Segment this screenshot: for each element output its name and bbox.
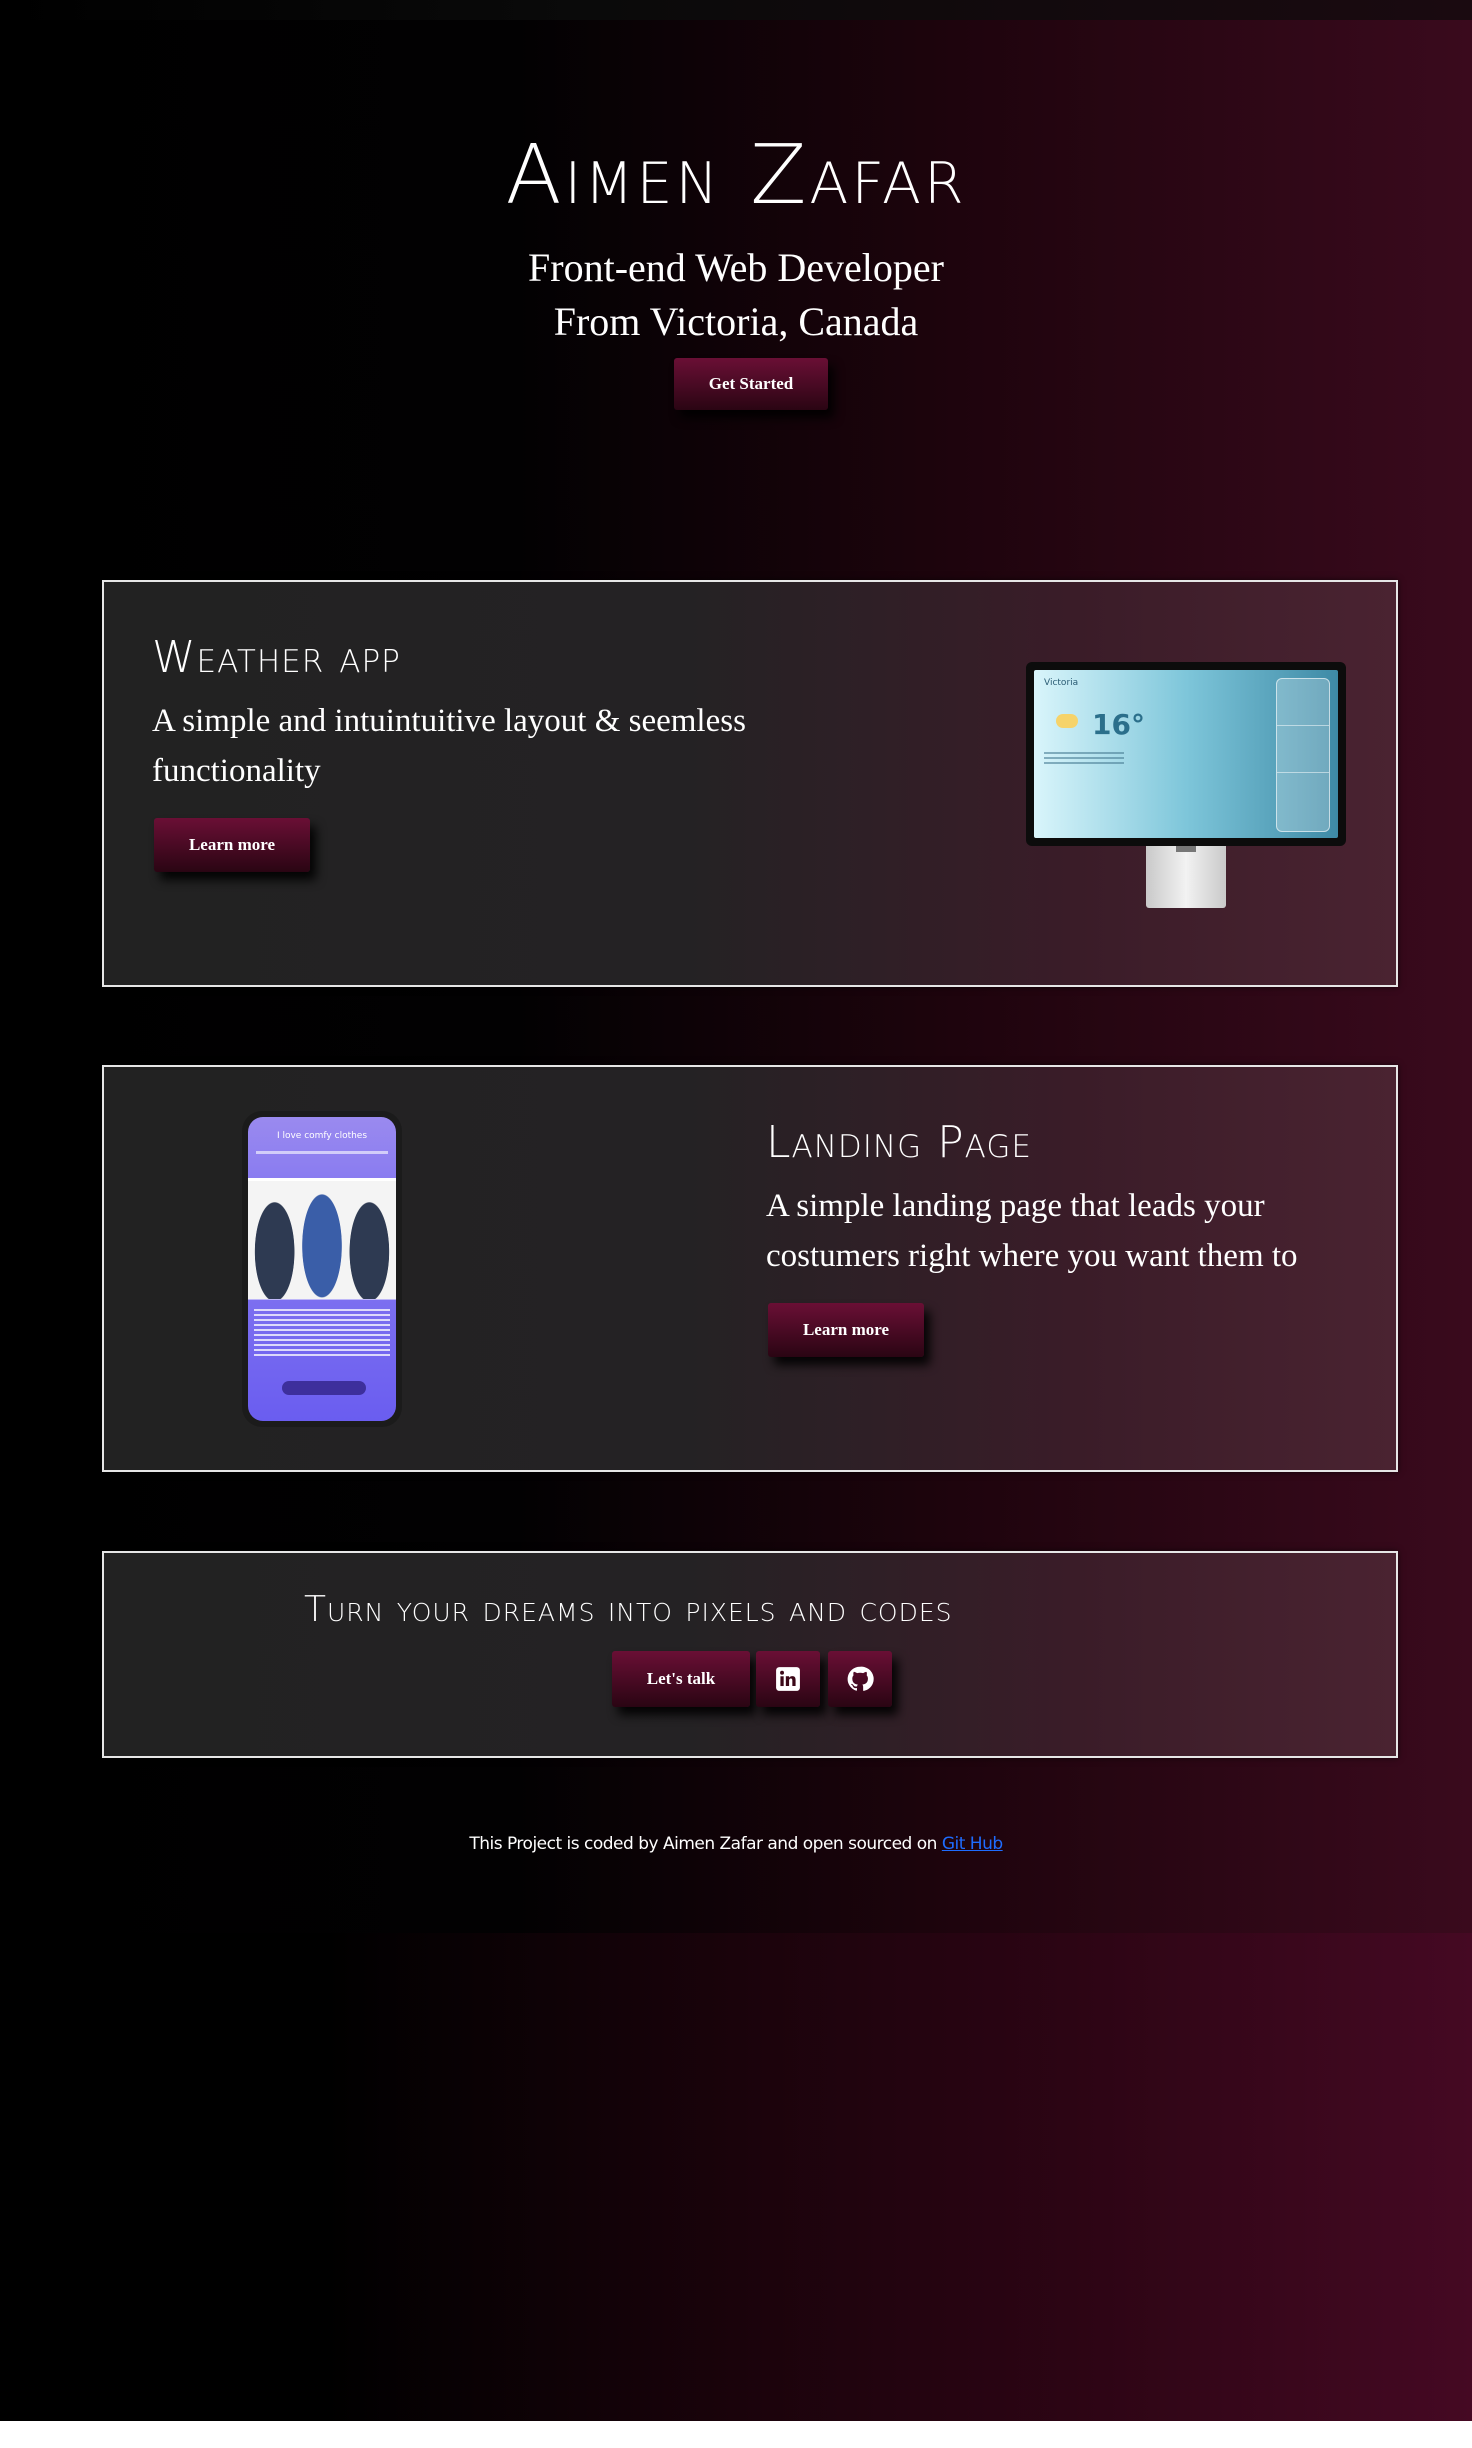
learn-more-button[interactable]: Learn more bbox=[154, 818, 310, 872]
shop-now-button-preview bbox=[282, 1381, 366, 1395]
weather-details bbox=[1044, 752, 1124, 766]
landing-subtext bbox=[256, 1151, 388, 1154]
monitor-stand bbox=[1146, 846, 1226, 908]
hero-location: From Victoria, Canada bbox=[553, 299, 919, 344]
bottom-strip bbox=[0, 2421, 1472, 2448]
phone-screen: I love comfy clothes bbox=[248, 1117, 396, 1421]
weather-app-preview[interactable]: Victoria 16° bbox=[1026, 662, 1346, 912]
cloud-sun-icon bbox=[1056, 714, 1078, 728]
landing-page-preview[interactable]: I love comfy clothes bbox=[242, 1111, 402, 1427]
get-started-button[interactable]: Get Started bbox=[674, 358, 828, 410]
footer: This Project is coded by Aimen Zafar and… bbox=[0, 1834, 1472, 1854]
project-description: A simple and intuintuitive layout & seem… bbox=[152, 703, 746, 789]
project-card-landing: I love comfy clothes Landing Page A simp… bbox=[102, 1065, 1398, 1472]
project-title: Landing Page bbox=[766, 1117, 1032, 1168]
lets-talk-button[interactable]: Let's talk bbox=[612, 1651, 750, 1707]
weather-app-screenshot: Victoria 16° bbox=[1034, 670, 1338, 838]
project-title: Weather app bbox=[152, 632, 401, 683]
github-link[interactable]: Git Hub bbox=[942, 1834, 1003, 1854]
project-card-weather: Weather app A simple and intuintuitive l… bbox=[102, 580, 1398, 987]
footer-text: This Project is coded by Aimen Zafar and… bbox=[469, 1834, 937, 1854]
linkedin-button[interactable] bbox=[756, 1651, 820, 1707]
weather-temperature: 16° bbox=[1092, 708, 1145, 741]
hero-name: Aimen Zafar bbox=[505, 128, 967, 223]
weather-city: Victoria bbox=[1044, 678, 1079, 688]
product-photos bbox=[248, 1181, 396, 1299]
project-description: A simple landing page that leads your co… bbox=[766, 1188, 1298, 1274]
github-button[interactable] bbox=[828, 1651, 892, 1707]
monitor-screen: Victoria 16° bbox=[1026, 662, 1346, 846]
github-icon bbox=[847, 1666, 874, 1691]
landing-paragraph bbox=[254, 1309, 390, 1357]
weather-forecast-panel bbox=[1276, 678, 1330, 832]
learn-more-button[interactable]: Learn more bbox=[768, 1303, 924, 1357]
top-strip bbox=[0, 0, 1472, 20]
linkedin-icon bbox=[776, 1667, 800, 1691]
contact-card: Turn your dreams into pixels and codes L… bbox=[102, 1551, 1398, 1758]
landing-headline: I love comfy clothes bbox=[276, 1131, 368, 1141]
hero-role: Front-end Web Developer bbox=[528, 245, 944, 290]
bottom-background bbox=[0, 1933, 1472, 2421]
contact-title: Turn your dreams into pixels and codes bbox=[304, 1589, 953, 1630]
